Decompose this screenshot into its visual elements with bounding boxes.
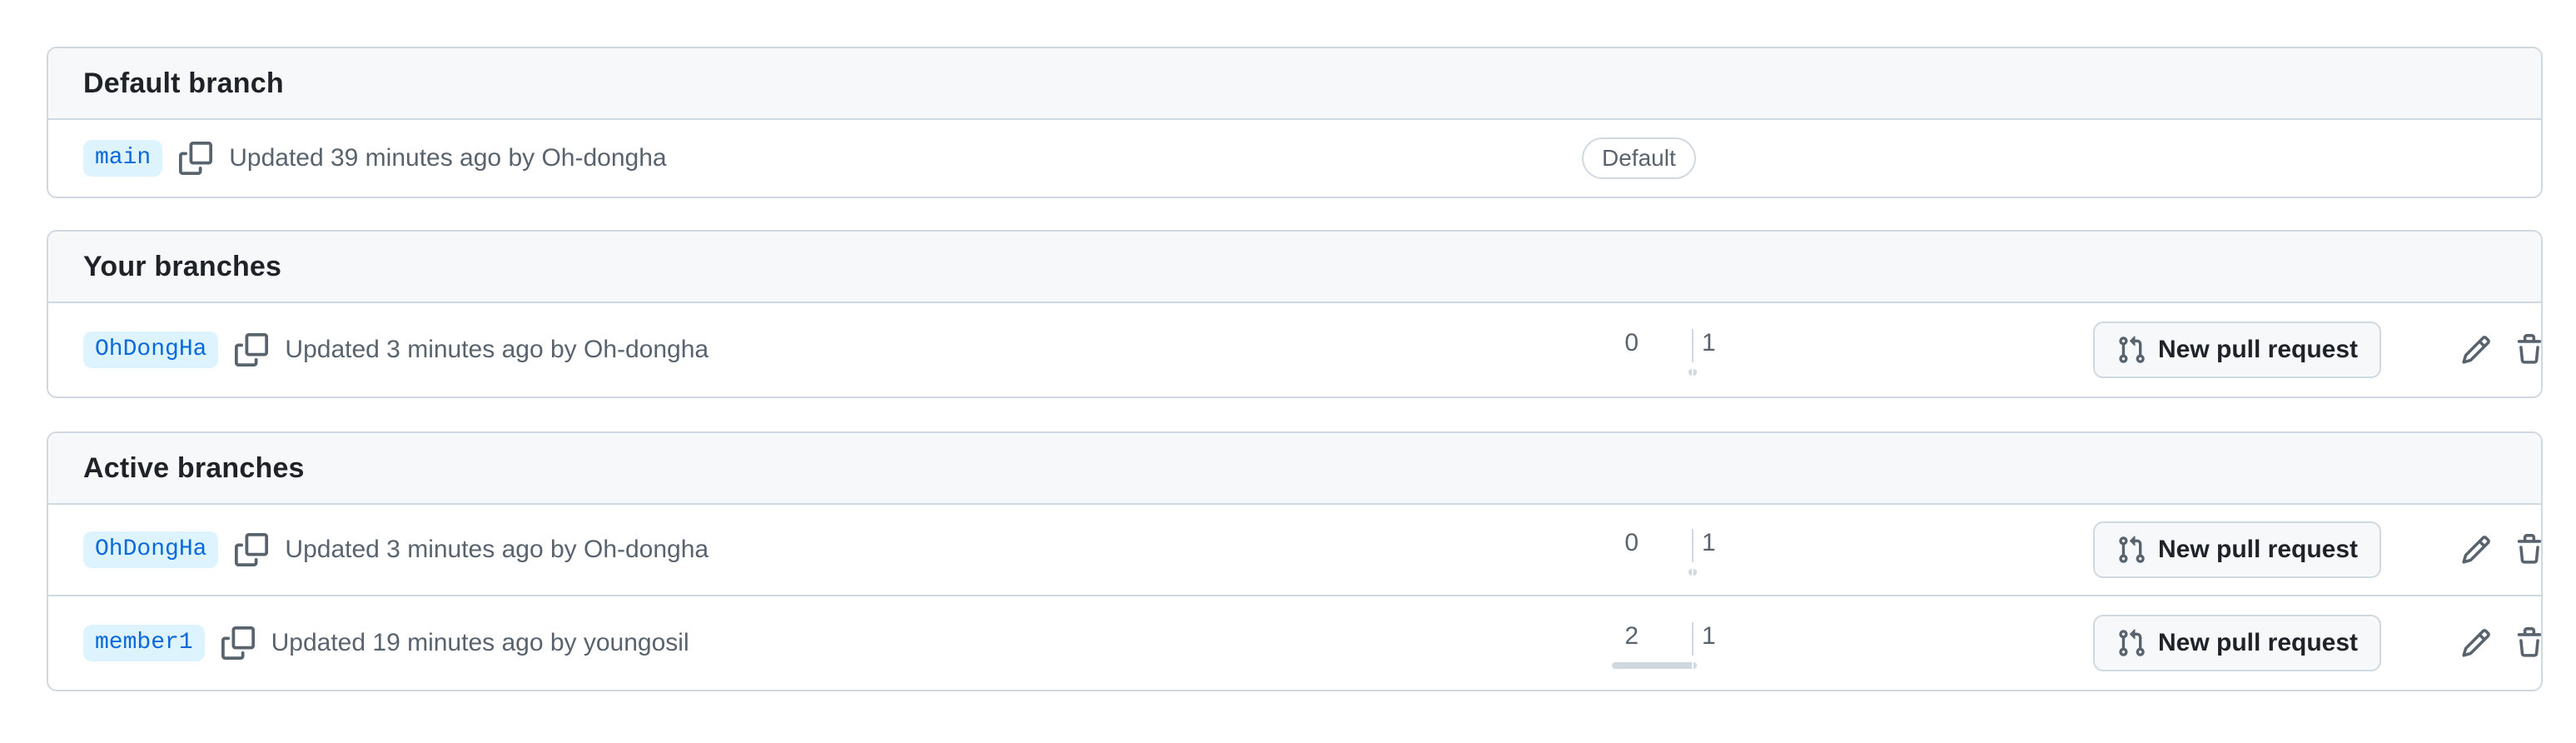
updated-text: Updated 3 minutes ago by Oh-dongha — [285, 536, 709, 563]
your-branches-box: Your branches OhDongHa Updated 3 minutes… — [47, 230, 2543, 398]
branch-name-link[interactable]: member1 — [83, 625, 205, 661]
behind-bar — [1688, 569, 1692, 576]
branch-name-link[interactable]: OhDongHa — [83, 531, 219, 568]
pencil-icon[interactable] — [2456, 330, 2496, 370]
branch-row: OhDongHa Updated 3 minutes ago by Oh-don… — [48, 505, 2541, 596]
new-pull-request-button[interactable]: New pull request — [2093, 521, 2381, 578]
git-pull-request-icon — [2116, 335, 2146, 365]
pencil-icon[interactable] — [2456, 623, 2496, 663]
branch-name-link[interactable]: OhDongHa — [83, 332, 219, 368]
new-pull-request-label: New pull request — [2157, 629, 2359, 656]
branch-row: OhDongHa Updated 3 minutes ago by Oh-don… — [48, 303, 2541, 396]
ahead-count: 1 — [1702, 622, 1716, 650]
updated-text: Updated 39 minutes ago by Oh-dongha — [229, 144, 667, 172]
copy-icon[interactable] — [220, 625, 256, 661]
branch-row: member1 Updated 19 minutes ago by youngo… — [48, 596, 2541, 690]
ahead-behind-divider — [1692, 329, 1693, 362]
ahead-behind-divider — [1692, 622, 1693, 656]
trash-icon[interactable] — [2509, 530, 2541, 570]
ahead-behind-indicator: 0 1 — [1580, 521, 1716, 579]
trash-icon[interactable] — [2509, 330, 2541, 370]
updated-text: Updated 3 minutes ago by Oh-dongha — [285, 336, 709, 363]
behind-bar — [1612, 662, 1692, 669]
copy-icon[interactable] — [233, 531, 270, 568]
section-title: Active branches — [83, 451, 305, 484]
copy-icon[interactable] — [233, 332, 270, 368]
active-branches-header: Active branches — [48, 433, 2541, 505]
behind-count: 0 — [1624, 529, 1639, 556]
ahead-behind-indicator: 2 1 — [1580, 614, 1716, 672]
default-badge: Default — [1582, 137, 1696, 179]
behind-count: 0 — [1624, 329, 1639, 357]
your-branches-header: Your branches — [48, 232, 2541, 303]
new-pull-request-button[interactable]: New pull request — [2093, 615, 2381, 671]
behind-count: 2 — [1624, 622, 1639, 650]
ahead-count: 1 — [1702, 329, 1716, 357]
git-pull-request-icon — [2116, 628, 2146, 658]
default-branch-header: Default branch — [48, 48, 2541, 120]
default-branch-box: Default branch main Updated 39 minutes a… — [47, 47, 2543, 198]
ahead-behind-indicator: 0 1 — [1580, 321, 1716, 379]
ahead-count: 1 — [1702, 529, 1716, 556]
copy-icon[interactable] — [177, 140, 214, 177]
new-pull-request-label: New pull request — [2157, 536, 2359, 563]
section-title: Your branches — [83, 250, 282, 282]
ahead-behind-divider — [1692, 529, 1693, 562]
pencil-icon[interactable] — [2456, 530, 2496, 570]
trash-icon[interactable] — [2509, 623, 2541, 663]
ahead-bar — [1693, 662, 1697, 669]
branch-row: main Updated 39 minutes ago by Oh-dongha… — [48, 120, 2541, 197]
new-pull-request-label: New pull request — [2157, 336, 2359, 363]
active-branches-box: Active branches OhDongHa Updated 3 minut… — [47, 431, 2543, 691]
ahead-bar — [1693, 569, 1697, 576]
ahead-bar — [1693, 369, 1697, 376]
branch-name-link[interactable]: main — [83, 140, 163, 177]
git-pull-request-icon — [2116, 535, 2146, 565]
behind-bar — [1688, 369, 1692, 376]
updated-text: Updated 19 minutes ago by youngosil — [271, 629, 689, 656]
section-title: Default branch — [83, 67, 284, 99]
new-pull-request-button[interactable]: New pull request — [2093, 322, 2381, 378]
